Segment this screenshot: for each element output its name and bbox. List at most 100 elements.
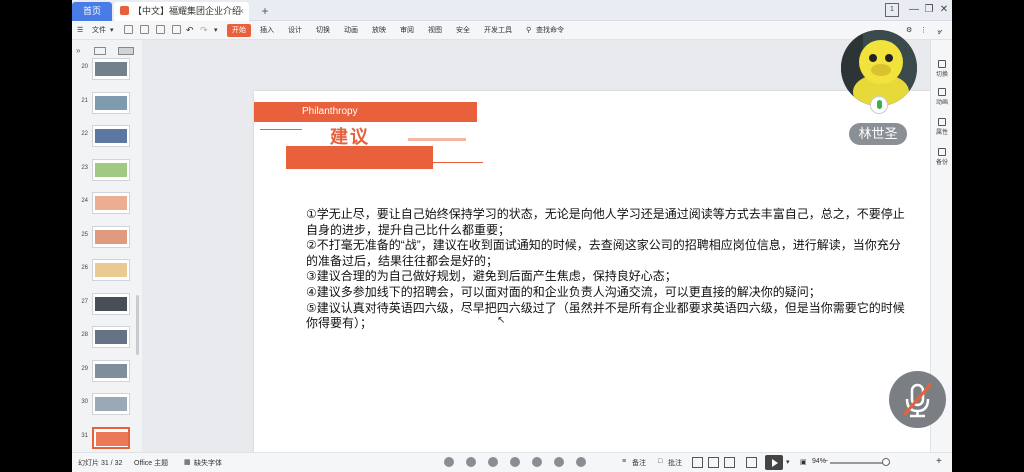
search-icon[interactable]: ⚲ [526, 24, 531, 37]
thumbnail-number: 30 [81, 399, 88, 405]
restore-icon[interactable]: ❐ [922, 3, 936, 17]
thumbnail-number: 31 [81, 432, 88, 439]
thumbnail-preview [92, 125, 130, 147]
mute-microphone-button[interactable] [889, 371, 946, 428]
settings-icon[interactable]: ⚙ [906, 24, 912, 37]
reading-view-icon[interactable] [724, 457, 735, 468]
tab-home[interactable]: 首页 [72, 2, 112, 21]
slide-canvas[interactable]: Philanthropy 建议 ①学无止尽，要让自己始终保持学习的状态，无论是向… [254, 91, 948, 472]
slide-counter: 幻灯片 31 / 32 [78, 460, 123, 467]
menu-view[interactable]: 视图 [428, 24, 442, 37]
chevron-down-icon[interactable]: ▾ [786, 458, 790, 466]
slide-thumbnail[interactable]: 29 [76, 359, 140, 384]
thumbnail-content [95, 296, 127, 311]
close-window-icon[interactable]: ✕ [937, 3, 951, 17]
menu-security[interactable]: 安全 [456, 24, 470, 37]
zoom-out-icon[interactable]: − [824, 458, 828, 465]
menu-animation[interactable]: 动画 [344, 24, 358, 37]
thumbnail-preview [92, 326, 130, 348]
thumbnail-preview [92, 259, 130, 281]
theme-name[interactable]: Office 主题 [134, 458, 168, 468]
hamburger-icon[interactable]: ☰ [77, 24, 83, 37]
slide-thumbnail[interactable]: 24 [76, 192, 140, 216]
thumbnail-number: 26 [81, 265, 88, 271]
microphone-muted-icon [902, 383, 933, 418]
menu-slideshow[interactable]: 放映 [372, 24, 386, 37]
animation-icon [938, 88, 946, 96]
menu-bar: ☰ 文件 ▾ ↶ ↷ ▾ 开始 插入 设计 切换 动画 放映 审阅 视图 安全 … [72, 21, 952, 40]
thumbnail-scrollbar[interactable] [136, 295, 139, 355]
thumbnail-content [95, 95, 127, 110]
menu-developer[interactable]: 开发工具 [484, 24, 512, 37]
slide-thumbnail[interactable]: 30 [76, 393, 140, 417]
slide-thumbnail[interactable]: 22 [76, 125, 140, 149]
normal-view-icon[interactable] [692, 457, 703, 468]
body-item: ③建议合理的为自己做好规划，避免到后面产生焦虑，保持良好心态； [306, 269, 677, 284]
comments-button[interactable]: 批注 [668, 458, 682, 468]
search-command[interactable]: 查找命令 [536, 24, 564, 37]
transition-icon [938, 60, 946, 68]
missing-font-icon: ▦ [184, 459, 191, 466]
thumbnail-content [95, 129, 127, 143]
export-icon[interactable] [156, 25, 165, 34]
menu-design[interactable]: 设计 [288, 24, 302, 37]
slide-thumbnail-panel: 20 21 22 23 24 25 26 27 28 29 30 31 [76, 46, 140, 452]
undo-icon[interactable]: ↶ [186, 24, 194, 37]
fit-window-icon[interactable]: ▣ [800, 458, 807, 466]
sorter-view-icon[interactable] [708, 457, 719, 468]
slide-thumbnail[interactable]: 28 [76, 326, 140, 350]
slide-thumbnail[interactable]: 21 [76, 91, 140, 116]
print-icon[interactable] [140, 25, 149, 34]
dot-indicator [510, 457, 520, 467]
chevron-down-icon[interactable]: ▾ [110, 24, 114, 37]
sidebar-backup[interactable]: 备份 [931, 148, 952, 166]
thumbnail-content [95, 397, 127, 411]
menu-insert[interactable]: 插入 [260, 24, 274, 37]
sidebar-properties[interactable]: 属性 [931, 118, 952, 136]
play-slideshow-icon[interactable] [765, 455, 783, 470]
notes-button[interactable]: 备注 [632, 458, 646, 468]
thumbnail-content [95, 196, 127, 210]
decorative-line [260, 129, 302, 130]
minimize-icon[interactable]: — [907, 3, 921, 17]
participant-avatar[interactable] [841, 30, 917, 106]
slide-thumbnail[interactable]: 25 [76, 225, 140, 250]
preview-icon[interactable] [172, 25, 181, 34]
backup-icon [938, 148, 946, 156]
menu-transition[interactable]: 切换 [316, 24, 330, 37]
body-item: ⑤建议认真对待英语四六级，尽早把四六级过了（虽然并不是所有企业都要求英语四六级，… [306, 300, 905, 331]
new-tab-button[interactable]: + [257, 2, 273, 21]
slide-thumbnail[interactable]: 23 [76, 158, 140, 183]
slide-body-text[interactable]: ①学无止尽，要让自己始终保持学习的状态，无论是向他人学习还是通过阅读等方式去丰富… [306, 207, 908, 332]
more-icon[interactable]: ⋮ [920, 24, 927, 37]
menu-start[interactable]: 开始 [227, 24, 251, 37]
menu-file[interactable]: 文件 [92, 24, 106, 37]
microphone-active-icon [870, 96, 888, 114]
slide-thumbnail[interactable]: 20 [76, 58, 140, 82]
thumbnail-number: 29 [81, 365, 88, 372]
sidebar-transition[interactable]: 切换 [931, 60, 952, 78]
redo-icon[interactable]: ↷ [200, 24, 208, 37]
save-icon[interactable] [124, 25, 133, 34]
menu-review[interactable]: 审阅 [400, 24, 414, 37]
thumbnail-number: 25 [81, 231, 88, 238]
zoom-slider[interactable] [830, 462, 890, 464]
thumbnail-preview [92, 225, 130, 248]
slide-thumbnail[interactable]: 26 [76, 259, 140, 283]
sidebar-animation[interactable]: 动画 [931, 88, 952, 106]
slide-thumbnail[interactable]: 27 [76, 292, 140, 317]
customize-icon[interactable]: ▾ [214, 24, 218, 37]
thumbnail-preview [92, 91, 130, 114]
thumbnail-preview [92, 292, 130, 315]
slide-thumbnail[interactable]: 31 [76, 426, 140, 451]
dot-indicator [444, 457, 454, 467]
thumbnail-number: 23 [81, 164, 88, 171]
presenter-icon[interactable] [746, 457, 757, 468]
zoom-in-icon[interactable]: + [936, 456, 942, 467]
plus-icon[interactable]: ✓ [937, 28, 944, 37]
zoom-slider-handle[interactable] [882, 458, 890, 466]
missing-font[interactable]: 缺失字体 [194, 458, 222, 468]
tab-document[interactable]: 【中文】福耀集团企业介绍PPT × [114, 2, 249, 35]
participant-name: 林世圣 [849, 123, 907, 145]
close-tab-icon[interactable]: × [239, 2, 244, 21]
